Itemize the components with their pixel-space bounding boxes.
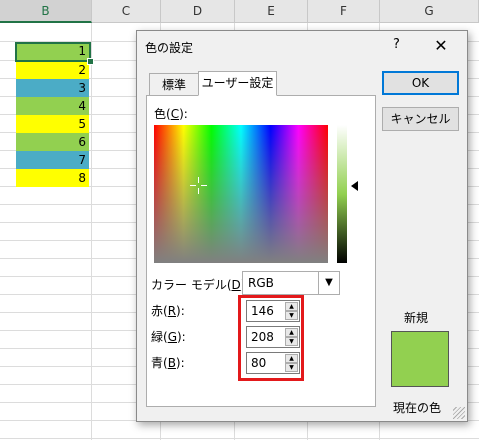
green-label-text: 緑( xyxy=(151,330,168,344)
blue-label-tail: ): xyxy=(175,356,185,370)
blue-label-text: 青( xyxy=(151,356,168,370)
green-label-key: G xyxy=(167,330,177,344)
tab-custom[interactable]: ユーザー設定 xyxy=(198,71,277,96)
cell-b-row2[interactable]: 2 xyxy=(16,61,89,79)
cell-b-row3[interactable]: 3 xyxy=(16,79,89,97)
help-button[interactable]: ? xyxy=(393,37,400,52)
cell-b-row6[interactable]: 6 xyxy=(16,133,89,151)
crosshair-icon xyxy=(190,177,207,194)
color-model-select[interactable]: RGB ▼ xyxy=(242,271,340,295)
luminance-slider[interactable] xyxy=(337,125,347,263)
luminance-arrow-icon[interactable] xyxy=(351,181,358,191)
current-color-label: 現在の色 xyxy=(393,401,442,415)
colors-label: 色(C): xyxy=(154,105,188,122)
color-model-label-key: D xyxy=(231,278,241,292)
color-model-value: RGB xyxy=(248,276,274,290)
blue-label-key: B xyxy=(167,356,176,370)
column-header-d[interactable]: D xyxy=(161,0,235,23)
cell-b-row7[interactable]: 7 xyxy=(16,151,89,169)
colors-label-text: 色( xyxy=(154,107,171,121)
close-button[interactable]: ✕ xyxy=(427,34,455,58)
fill-handle[interactable] xyxy=(87,58,94,65)
green-label: 緑(G): xyxy=(151,328,186,345)
gridline xyxy=(91,23,92,440)
color-model-label: カラー モデル(D): xyxy=(151,276,249,293)
color-preview xyxy=(391,331,449,387)
active-cell-border xyxy=(15,42,91,62)
resize-grip-icon[interactable] xyxy=(453,407,465,419)
red-label-key: R xyxy=(167,304,177,318)
highlight-box xyxy=(238,295,304,381)
gridline xyxy=(0,438,479,439)
cell-b-row5[interactable]: 5 xyxy=(16,115,89,133)
red-label-text: 赤( xyxy=(151,304,168,318)
color-model-label-text: カラー モデル( xyxy=(151,278,232,292)
red-label: 赤(R): xyxy=(151,302,185,319)
tab-standard[interactable]: 標準 xyxy=(149,73,199,95)
column-header-e[interactable]: E xyxy=(235,0,308,23)
dialog-title: 色の設定 xyxy=(145,41,194,55)
color-spectrum[interactable] xyxy=(154,125,328,263)
cell-b-row4[interactable]: 4 xyxy=(16,97,89,115)
column-header-b[interactable]: B xyxy=(0,0,92,23)
green-label-tail: ): xyxy=(177,330,186,344)
new-color-label: 新規 xyxy=(404,311,429,325)
color-dialog: 色の設定 ? ✕ 標準 ユーザー設定 色(C): カラー モデル(D): RGB… xyxy=(136,30,468,422)
cell-b-row8[interactable]: 8 xyxy=(16,169,89,187)
red-label-tail: ): xyxy=(176,304,185,318)
blue-label: 青(B): xyxy=(151,354,185,371)
column-header-f[interactable]: F xyxy=(308,0,380,23)
chevron-down-icon[interactable]: ▼ xyxy=(318,272,339,294)
column-header-g[interactable]: G xyxy=(380,0,479,23)
colors-label-tail: ): xyxy=(179,107,188,121)
cancel-button[interactable]: キャンセル xyxy=(382,107,459,131)
colors-label-key: C xyxy=(170,107,180,121)
ok-button[interactable]: OK xyxy=(382,71,459,95)
column-header-c[interactable]: C xyxy=(92,0,161,23)
